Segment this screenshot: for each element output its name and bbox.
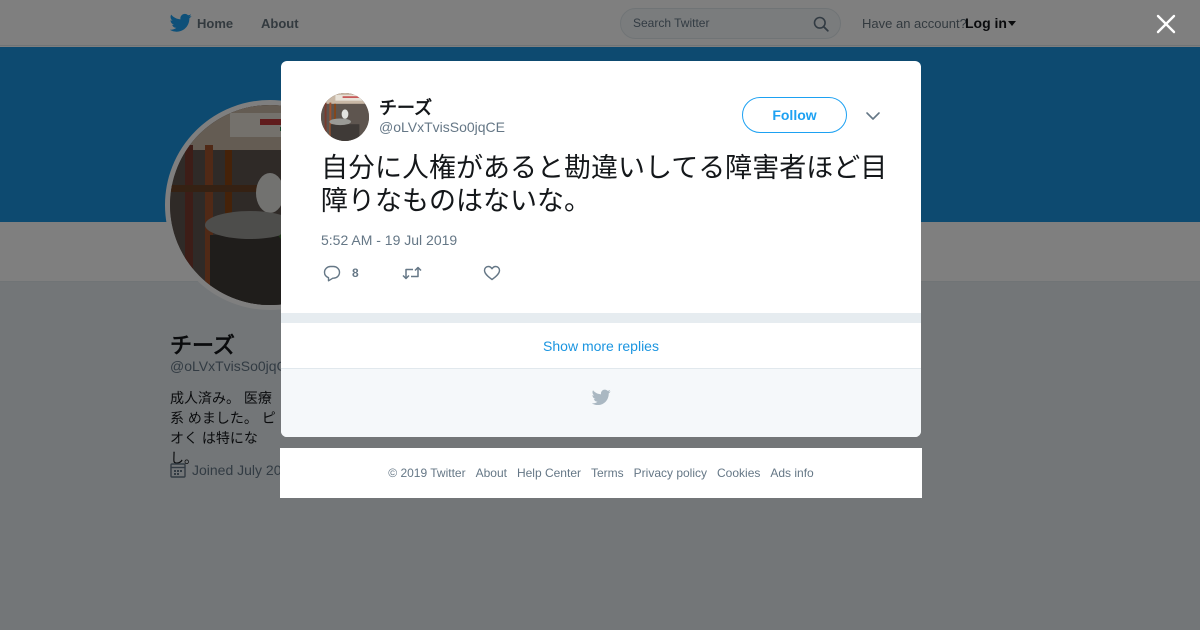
footer-link-ads-info[interactable]: Ads info [770,466,813,480]
tweet-author-avatar[interactable] [321,93,369,141]
heart-icon [483,265,501,281]
footer-link-help-center[interactable]: Help Center [517,466,581,480]
like-button[interactable] [483,264,501,282]
footer-link-about[interactable]: About [476,466,507,480]
modal-footer [281,368,921,437]
show-more-replies-link[interactable]: Show more replies [281,323,921,369]
tweet-author-handle[interactable]: @oLVxTvisSo0jqCE [379,119,505,135]
copyright: © 2019 Twitter [388,466,466,480]
twitter-bird-icon [592,389,611,406]
follow-button[interactable]: Follow [742,97,847,133]
close-icon[interactable] [1155,13,1177,35]
site-footer: © 2019 Twitter About Help Center Terms P… [280,448,922,498]
avatar-photo [321,93,369,141]
divider [281,313,921,323]
footer-link-cookies[interactable]: Cookies [717,466,760,480]
tweet-text: 自分に人権があると勘違いしてる障害者ほど目障りなものはないな。 [321,153,888,216]
tweet-timestamp[interactable]: 5:52 AM - 19 Jul 2019 [321,232,457,248]
tweet-modal: チーズ @oLVxTvisSo0jqCE Follow 自分に人権があると勘違い… [281,61,921,437]
reply-count: 8 [352,266,359,280]
footer-link-privacy[interactable]: Privacy policy [634,466,707,480]
chevron-down-icon[interactable] [864,109,882,123]
retweet-icon [402,266,422,280]
reply-button[interactable]: 8 [323,264,359,282]
footer-link-terms[interactable]: Terms [591,466,624,480]
reply-icon [323,265,341,281]
retweet-button[interactable] [402,264,422,282]
tweet-author-name[interactable]: チーズ [379,94,432,120]
